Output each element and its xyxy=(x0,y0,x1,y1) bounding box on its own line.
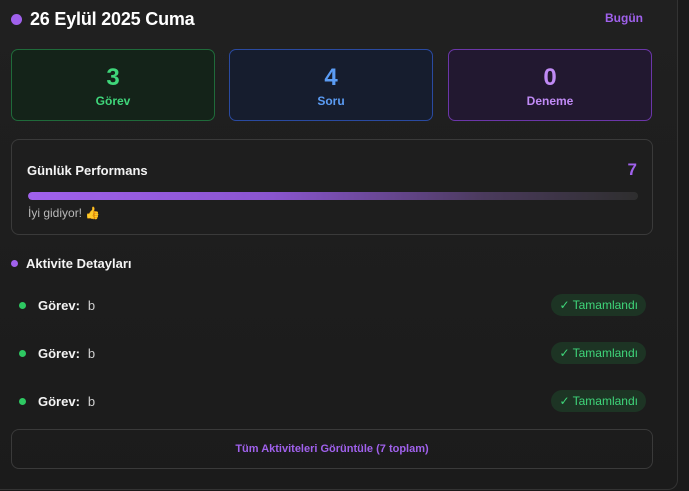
completed-badge: ✓ Tamamlandı xyxy=(551,390,646,412)
activity-section-title: Aktivite Detayları xyxy=(26,256,132,271)
status-dot-icon xyxy=(19,301,26,309)
stat-value: 3 xyxy=(106,64,120,91)
today-button[interactable]: Bugün xyxy=(605,11,643,25)
performance-title: Günlük Performans xyxy=(27,163,148,178)
completed-badge: ✓ Tamamlandı xyxy=(551,342,646,364)
performance-card: Günlük Performans 7 İyi gidiyor! 👍 xyxy=(11,139,653,235)
performance-score: 7 xyxy=(627,160,637,179)
activity-label: Görev: xyxy=(38,297,80,313)
stat-label: Soru xyxy=(317,94,345,108)
daily-summary-panel: 26 Eylül 2025 Cuma Bugün 3 Görev 4 Soru … xyxy=(0,0,678,490)
status-dot-icon xyxy=(19,397,26,405)
stat-card-questions: 4 Soru xyxy=(229,49,433,121)
activity-label: Görev: xyxy=(38,345,80,361)
activity-value: b xyxy=(87,345,96,361)
completed-badge: ✓ Tamamlandı xyxy=(551,294,646,316)
section-dot-icon xyxy=(11,260,18,267)
header-dot-icon xyxy=(11,13,22,25)
view-all-activities-button[interactable]: Tüm Aktiviteleri Görüntüle (7 toplam) xyxy=(11,429,653,469)
performance-progress-bar xyxy=(28,192,638,200)
activity-row: Görev: b ✓ Tamamlandı xyxy=(11,290,653,320)
stat-value: 0 xyxy=(543,64,557,91)
activity-row: Görev: b ✓ Tamamlandı xyxy=(11,386,653,416)
stat-label: Görev xyxy=(95,94,131,108)
activity-section-header: Aktivite Detayları xyxy=(11,256,132,271)
activity-label: Görev: xyxy=(38,393,80,409)
status-dot-icon xyxy=(19,349,26,357)
activity-value: b xyxy=(87,297,96,313)
stat-label: Deneme xyxy=(526,94,574,108)
activity-value: b xyxy=(87,393,96,409)
performance-progress-fill xyxy=(28,192,638,200)
stat-card-tasks: 3 Görev xyxy=(11,49,215,121)
activity-row: Görev: b ✓ Tamamlandı xyxy=(11,338,653,368)
date-title: 26 Eylül 2025 Cuma xyxy=(30,8,195,29)
performance-message: İyi gidiyor! 👍 xyxy=(28,206,101,220)
stat-value: 4 xyxy=(324,64,338,91)
stat-card-exams: 0 Deneme xyxy=(448,49,652,121)
day-header: 26 Eylül 2025 Cuma Bugün xyxy=(11,8,651,30)
